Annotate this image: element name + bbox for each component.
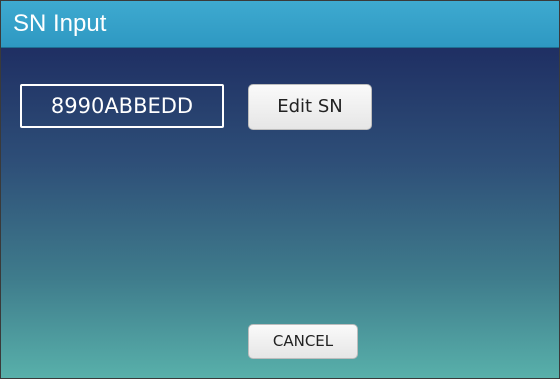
- dialog-title: SN Input: [13, 10, 107, 37]
- edit-sn-button[interactable]: Edit SN: [248, 84, 372, 130]
- cancel-button[interactable]: CANCEL: [248, 324, 358, 359]
- dialog-content: 8990ABBEDD Edit SN CANCEL: [1, 48, 559, 378]
- title-bar: SN Input: [1, 1, 559, 48]
- sn-input-dialog: SN Input 8990ABBEDD Edit SN CANCEL: [0, 0, 560, 379]
- serial-number-field[interactable]: 8990ABBEDD: [20, 84, 224, 128]
